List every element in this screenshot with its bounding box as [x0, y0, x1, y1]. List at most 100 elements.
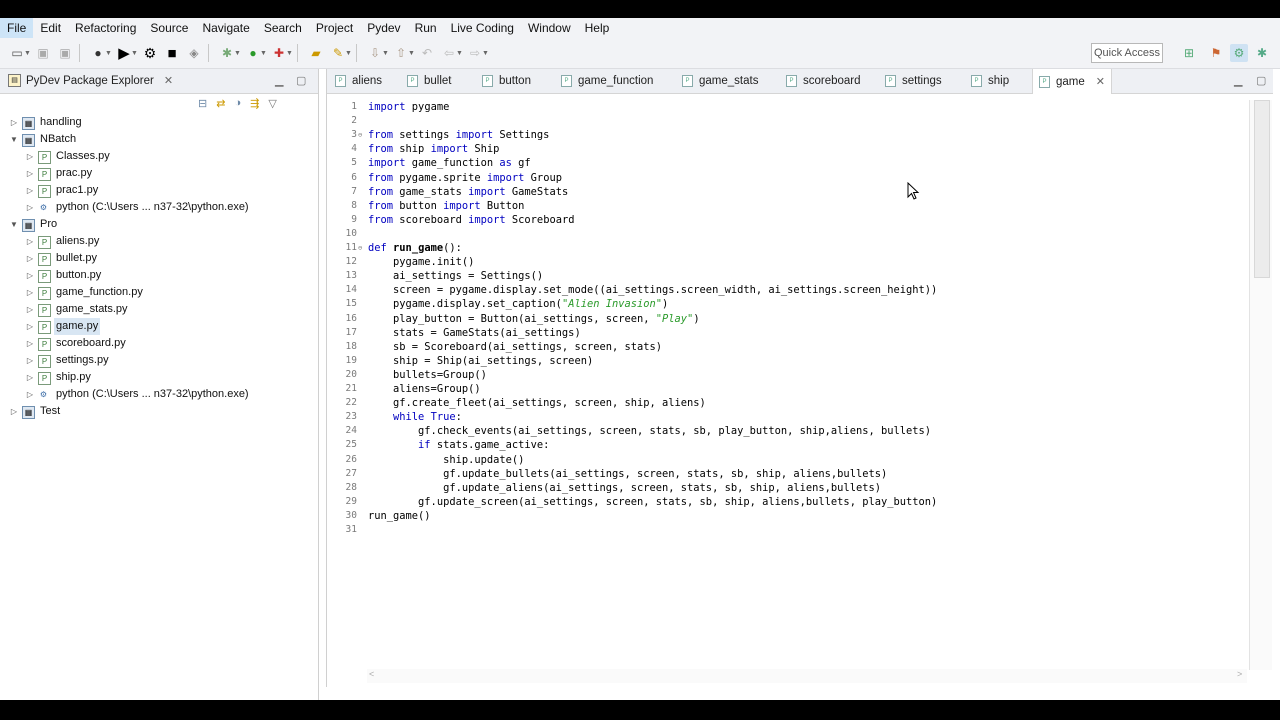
run-dropdown-icon[interactable]: ▼	[131, 50, 138, 57]
close-icon[interactable]: ✕	[164, 74, 173, 87]
annotation-prev-dropdown-icon[interactable]: ▼	[408, 50, 415, 57]
back-dropdown-icon[interactable]: ▼	[456, 50, 463, 57]
minimize-icon[interactable]: ▁	[275, 74, 283, 87]
editor-tab-bullet[interactable]: Pbullet	[407, 69, 452, 93]
menu-window[interactable]: Window	[521, 18, 578, 38]
tree-item[interactable]: ▷ Pbutton.py	[0, 267, 318, 284]
tree-item[interactable]: ▼ ▦ Pro	[0, 216, 318, 233]
editor-tab-game-stats[interactable]: Pgame_stats	[682, 69, 758, 93]
package-explorer-tab[interactable]: ▤ PyDev Package Explorer ✕ ▁ ▢	[0, 69, 318, 94]
menu-pydev[interactable]: Pydev	[360, 18, 407, 38]
expand-arrow-icon[interactable]: ▷	[9, 114, 19, 131]
stop-icon[interactable]: ■	[163, 44, 181, 62]
expand-arrow-icon[interactable]: ▷	[25, 148, 35, 165]
menu-help[interactable]: Help	[578, 18, 617, 38]
debug-dropdown-icon[interactable]: ▼	[105, 50, 112, 57]
tree-item[interactable]: ▷ Pgame_stats.py	[0, 301, 318, 318]
maximize-icon[interactable]: ▢	[296, 74, 306, 87]
new-dropdown-icon[interactable]: ▼	[24, 50, 31, 57]
horizontal-scrollbar[interactable]: < >	[367, 669, 1247, 683]
tree-item[interactable]: ▷ Pprac1.py	[0, 182, 318, 199]
menu-live-coding[interactable]: Live Coding	[444, 18, 521, 38]
tree-item[interactable]: ▷ Pgame.py	[0, 318, 318, 335]
filter-icon[interactable]: ⇶	[250, 97, 259, 110]
vertical-scrollbar[interactable]	[1249, 100, 1272, 670]
pydev-perspective-icon[interactable]: ⚙	[1230, 44, 1248, 62]
editor-minimize-icon[interactable]: ▁	[1234, 74, 1242, 87]
collapse-all-icon[interactable]: ⊟	[198, 97, 207, 110]
menu-file[interactable]: File	[0, 18, 34, 38]
link-with-editor-icon[interactable]: ⇄	[216, 97, 225, 110]
tree-item[interactable]: ▷ Pscoreboard.py	[0, 335, 318, 352]
editor-tab-game[interactable]: Pgame ✕	[1032, 69, 1112, 94]
tree-item[interactable]: ▷ P Classes.py	[0, 148, 318, 165]
java-perspective-icon[interactable]: ⚑	[1207, 44, 1225, 62]
expand-arrow-icon[interactable]: ▷	[25, 301, 35, 318]
editor-maximize-icon[interactable]: ▢	[1256, 74, 1266, 87]
expand-arrow-icon[interactable]: ▷	[25, 369, 35, 386]
tree-item[interactable]: ▷ Paliens.py	[0, 233, 318, 250]
editor-tab-settings[interactable]: Psettings	[885, 69, 942, 93]
editor-tab-ship[interactable]: Pship	[971, 69, 1009, 93]
expand-arrow-icon[interactable]: ▷	[25, 284, 35, 301]
save-icon[interactable]: ▣	[34, 44, 52, 62]
collapse-arrow-icon[interactable]: ▼	[9, 216, 19, 233]
expand-arrow-icon[interactable]: ▷	[25, 165, 35, 182]
editor-tab-aliens[interactable]: Paliens	[335, 69, 382, 93]
scroll-right-icon[interactable]: >	[1237, 669, 1242, 679]
expand-arrow-icon[interactable]: ▷	[25, 386, 35, 403]
save-all-icon[interactable]: ▣	[56, 44, 74, 62]
editor-tab-button[interactable]: Pbutton	[482, 69, 531, 93]
expand-arrow-icon[interactable]: ▷	[25, 233, 35, 250]
expand-arrow-icon[interactable]: ▷	[25, 267, 35, 284]
scroll-left-icon[interactable]: <	[369, 669, 374, 679]
tree-item[interactable]: ▷ Psettings.py	[0, 352, 318, 369]
tree-item[interactable]: ▷ ⚙ python (C:\Users ... n37-32\python.exe…	[0, 386, 318, 403]
coverage-icon[interactable]: ⚙	[141, 44, 159, 62]
view-menu-icon[interactable]: ▽	[268, 97, 276, 110]
menu-project[interactable]: Project	[309, 18, 360, 38]
menu-source[interactable]: Source	[143, 18, 195, 38]
vertical-scrollbar-thumb[interactable]	[1254, 100, 1270, 278]
expand-arrow-icon[interactable]: ▷	[25, 318, 35, 335]
fold-icon[interactable]: ⊖	[358, 241, 362, 255]
quick-access-field[interactable]: Quick Access	[1091, 43, 1163, 63]
menu-edit[interactable]: Edit	[33, 18, 68, 38]
collapse-arrow-icon[interactable]: ▼	[9, 131, 19, 148]
forward-dropdown-icon[interactable]: ▼	[482, 50, 489, 57]
open-perspective-icon[interactable]: ⊞	[1180, 44, 1198, 62]
external-tools-icon[interactable]: ◈	[185, 44, 203, 62]
editor-tab-game-function[interactable]: Pgame_function	[561, 69, 653, 93]
tree-item[interactable]: ▷ Pbullet.py	[0, 250, 318, 267]
menu-run[interactable]: Run	[408, 18, 444, 38]
tree-item[interactable]: ▷ ⚙ python (C:\Users ... n37-32\python.exe…	[0, 199, 318, 216]
tree-item[interactable]: ▷ Pship.py	[0, 369, 318, 386]
last-edit-icon[interactable]: ↶	[418, 44, 436, 62]
debug-perspective-icon[interactable]: ✱	[1253, 44, 1271, 62]
menu-navigate[interactable]: Navigate	[195, 18, 256, 38]
code-editor[interactable]: 1 import pygame 2 3 ⊖ from settings import Se…	[327, 100, 1247, 680]
tree-item[interactable]: ▼ ▦ NBatch	[0, 131, 318, 148]
run-green-dropdown-icon[interactable]: ▼	[260, 50, 267, 57]
pencil-dropdown-icon[interactable]: ▼	[345, 50, 352, 57]
expand-arrow-icon[interactable]: ▷	[9, 403, 19, 420]
new-project-dropdown-icon[interactable]: ▼	[286, 50, 293, 57]
expand-arrow-icon[interactable]: ▷	[25, 182, 35, 199]
open-folder-icon[interactable]: ▰	[307, 44, 325, 62]
fold-icon[interactable]: ⊖	[358, 128, 362, 142]
expand-arrow-icon[interactable]: ▷	[25, 352, 35, 369]
close-tab-icon[interactable]: ✕	[1096, 70, 1105, 94]
tree-item[interactable]: ▷ Pgame_function.py	[0, 284, 318, 301]
editor-tab-scoreboard[interactable]: Pscoreboard	[786, 69, 861, 93]
expand-arrow-icon[interactable]: ▷	[25, 250, 35, 267]
tree-item[interactable]: ▷ ▦ Test	[0, 403, 318, 420]
menu-refactoring[interactable]: Refactoring	[68, 18, 143, 38]
expand-arrow-icon[interactable]: ▷	[25, 335, 35, 352]
focus-active-task-icon[interactable]: ◑	[234, 97, 241, 110]
debug-bug-dropdown-icon[interactable]: ▼	[234, 50, 241, 57]
tree-item[interactable]: ▷ Pprac.py	[0, 165, 318, 182]
expand-arrow-icon[interactable]: ▷	[25, 199, 35, 216]
tree-item[interactable]: ▷ ▦ handling	[0, 114, 318, 131]
menu-search[interactable]: Search	[257, 18, 309, 38]
annotation-next-dropdown-icon[interactable]: ▼	[382, 50, 389, 57]
